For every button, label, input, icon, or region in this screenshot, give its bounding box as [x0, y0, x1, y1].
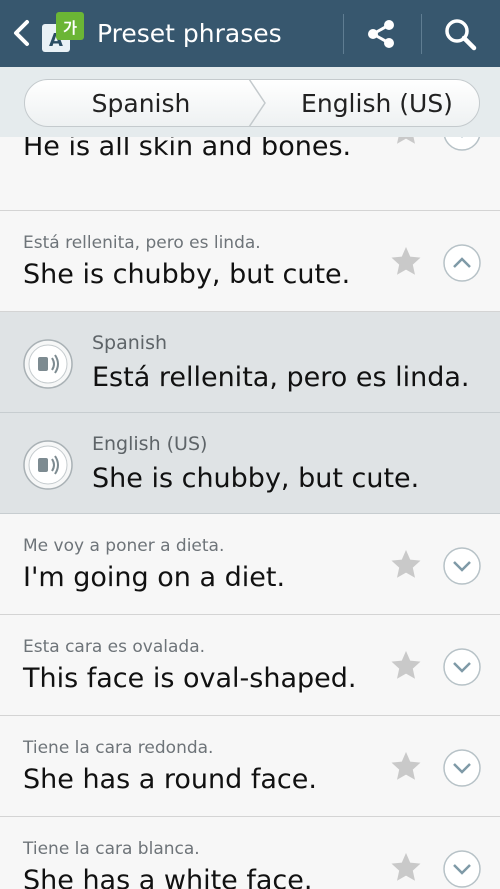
phrase-source: Me voy a poner a dieta.	[23, 536, 225, 556]
expanded-target-row: English (US) She is chubby, but cute.	[0, 413, 500, 514]
star-icon[interactable]	[390, 548, 422, 580]
phrase-row[interactable]: Esta cara es ovalada. This face is oval-…	[0, 615, 500, 716]
action-bar: A 가 Preset phrases	[0, 0, 500, 67]
phrase-translation: He is all skin and bones.	[23, 137, 352, 162]
speaker-icon[interactable]	[22, 439, 74, 491]
star-icon[interactable]	[390, 245, 422, 277]
phrase-list[interactable]: Está en los huesos. He is all skin and b…	[0, 137, 500, 889]
source-phrase-text: Está rellenita, pero es linda.	[92, 362, 470, 393]
chevron-down-icon[interactable]	[442, 849, 482, 889]
target-language-button[interactable]: English (US)	[273, 80, 481, 128]
share-icon	[368, 20, 394, 48]
target-language-label: English (US)	[92, 433, 208, 455]
arrow-divider-icon	[248, 79, 266, 127]
phrase-source: Tiene la cara redonda.	[23, 738, 214, 758]
chevron-left-icon[interactable]	[8, 18, 34, 48]
page-title: Preset phrases	[97, 19, 282, 48]
phrase-row[interactable]: Está en los huesos. He is all skin and b…	[0, 137, 500, 211]
divider	[343, 14, 344, 54]
phrase-row[interactable]: Tiene la cara blanca. She has a white fa…	[0, 817, 500, 889]
language-selector: Spanish English (US)	[24, 79, 480, 127]
phrase-source: Está rellenita, pero es linda.	[23, 233, 261, 253]
target-phrase-text: She is chubby, but cute.	[92, 463, 420, 494]
phrase-translation: She has a round face.	[23, 764, 317, 795]
star-icon[interactable]	[390, 137, 422, 146]
chevron-down-icon[interactable]	[442, 137, 482, 152]
star-icon[interactable]	[390, 750, 422, 782]
phrase-translation: I'm going on a diet.	[23, 562, 286, 593]
search-button[interactable]	[438, 12, 482, 56]
star-icon[interactable]	[390, 851, 422, 883]
phrase-translation: She has a white face.	[23, 865, 313, 889]
phrase-row[interactable]: Tiene la cara redonda. She has a round f…	[0, 716, 500, 817]
speaker-icon[interactable]	[22, 338, 74, 390]
language-bar: Spanish English (US)	[0, 67, 500, 138]
share-button[interactable]	[359, 12, 403, 56]
divider	[421, 14, 422, 54]
source-language-button[interactable]: Spanish	[25, 80, 257, 128]
svg-text:가: 가	[63, 19, 77, 37]
source-language-label: Spanish	[92, 332, 168, 354]
translator-app-icon: A 가	[42, 12, 84, 52]
chevron-up-icon[interactable]	[442, 243, 482, 283]
phrase-row[interactable]: Está rellenita, pero es linda. She is ch…	[0, 211, 500, 312]
phrase-row[interactable]: Me voy a poner a dieta. I'm going on a d…	[0, 514, 500, 615]
chevron-down-icon[interactable]	[442, 647, 482, 687]
chevron-down-icon[interactable]	[442, 546, 482, 586]
expanded-source-row: Spanish Está rellenita, pero es linda.	[0, 312, 500, 413]
star-icon[interactable]	[390, 649, 422, 681]
phrase-translation: This face is oval-shaped.	[23, 663, 357, 694]
phrase-source: Tiene la cara blanca.	[23, 839, 200, 859]
phrase-source: Esta cara es ovalada.	[23, 637, 206, 657]
phrase-translation: She is chubby, but cute.	[23, 259, 351, 290]
search-icon	[445, 19, 477, 51]
chevron-down-icon[interactable]	[442, 748, 482, 788]
